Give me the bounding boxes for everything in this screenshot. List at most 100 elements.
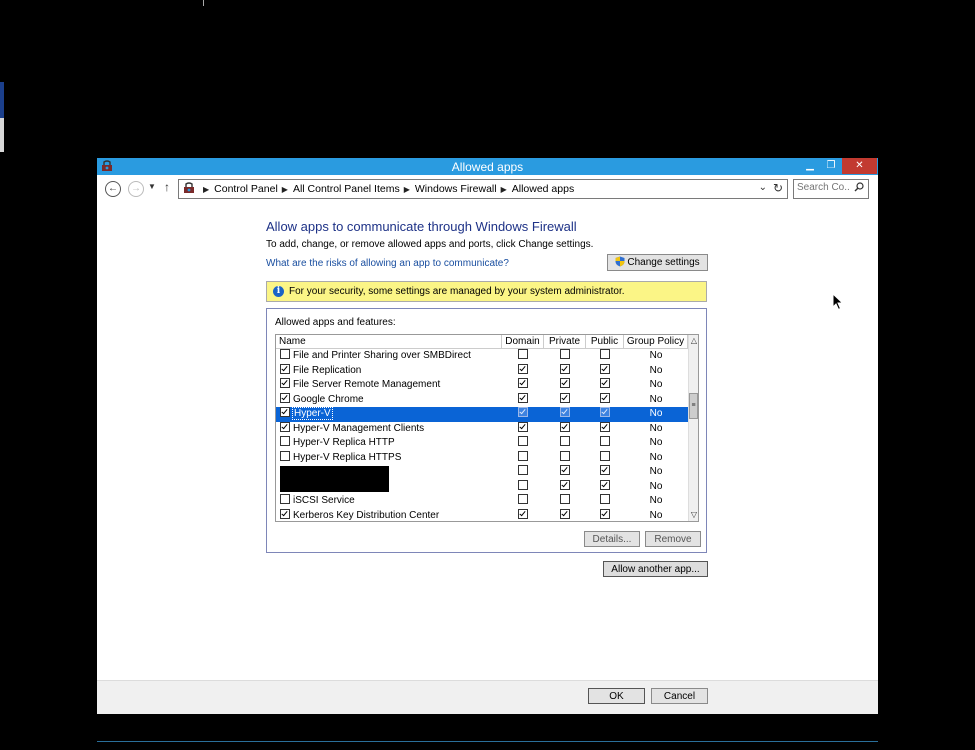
app-enabled-checkbox[interactable] [280, 421, 290, 432]
remove-button[interactable]: Remove [645, 531, 701, 547]
domain-profile-checkbox[interactable] [518, 421, 528, 432]
allowed-apps-list[interactable]: Name Domain Private Public Group Policy … [275, 334, 699, 522]
table-row[interactable]: File Replication No [276, 363, 688, 379]
public-profile-checkbox[interactable] [600, 494, 610, 504]
column-header-group-policy[interactable]: Group Policy [624, 335, 688, 348]
table-row[interactable]: Hyper-V No [276, 407, 688, 422]
app-enabled-checkbox[interactable] [280, 363, 290, 374]
app-name-label: File Server Remote Management [293, 379, 441, 390]
column-header-private[interactable]: Private [544, 335, 586, 348]
private-profile-checkbox[interactable] [560, 407, 570, 417]
domain-profile-checkbox[interactable] [518, 363, 528, 374]
public-profile-checkbox[interactable] [600, 508, 610, 519]
private-profile-checkbox[interactable] [560, 392, 570, 403]
app-enabled-checkbox[interactable] [280, 407, 290, 417]
app-enabled-checkbox[interactable] [280, 508, 290, 519]
domain-profile-checkbox[interactable] [518, 436, 528, 446]
breadcrumb-separator-icon[interactable]: ▶ [404, 185, 410, 194]
search-input[interactable] [797, 182, 849, 193]
app-enabled-checkbox[interactable] [280, 378, 290, 388]
app-enabled-checkbox[interactable] [280, 349, 290, 359]
app-enabled-checkbox[interactable] [280, 392, 290, 403]
public-profile-checkbox[interactable] [600, 436, 610, 446]
minimize-button[interactable]: ▁ [800, 158, 820, 174]
breadcrumb-control-panel[interactable]: Control Panel [214, 183, 278, 195]
private-profile-checkbox[interactable] [560, 508, 570, 519]
ok-button[interactable]: OK [588, 688, 645, 704]
private-profile-checkbox[interactable] [560, 363, 570, 374]
domain-profile-checkbox[interactable] [518, 508, 528, 519]
up-arrow-icon[interactable]: ↑ [164, 180, 170, 194]
column-header-public[interactable]: Public [586, 335, 624, 348]
search-field[interactable] [793, 179, 869, 199]
column-header-name[interactable]: Name [276, 335, 502, 348]
breadcrumb-separator-icon[interactable]: ▶ [282, 185, 288, 194]
domain-profile-checkbox[interactable] [518, 479, 528, 490]
table-row[interactable]: Kerberos Key Distribution Center No [276, 508, 688, 522]
public-cell [586, 407, 624, 421]
recent-locations-dropdown-icon[interactable]: ▼ [148, 182, 156, 191]
list-scrollbar[interactable]: △ ≡ ▽ [688, 335, 698, 521]
domain-cell [502, 450, 544, 465]
public-profile-checkbox[interactable] [600, 378, 610, 388]
public-profile-checkbox[interactable] [600, 465, 610, 475]
refresh-icon[interactable]: ↻ [773, 181, 783, 195]
scroll-thumb[interactable]: ≡ [689, 393, 698, 419]
details-button[interactable]: Details... [584, 531, 640, 547]
public-profile-checkbox[interactable] [600, 421, 610, 432]
app-enabled-checkbox[interactable] [280, 450, 290, 461]
breadcrumb-allowed-apps[interactable]: Allowed apps [512, 183, 574, 195]
table-row[interactable]: Hyper-V Replica HTTPS No [276, 450, 688, 466]
domain-profile-checkbox[interactable] [518, 407, 528, 417]
back-arrow-icon[interactable]: ← [105, 181, 121, 197]
private-profile-checkbox[interactable] [560, 479, 570, 490]
column-header-domain[interactable]: Domain [502, 335, 544, 348]
background-artifact [203, 0, 204, 6]
private-cell [544, 421, 586, 436]
scroll-down-icon[interactable]: ▽ [689, 509, 698, 521]
allow-another-app-button[interactable]: Allow another app... [603, 561, 708, 577]
public-cell [586, 436, 624, 450]
domain-profile-checkbox[interactable] [518, 494, 528, 504]
private-profile-checkbox[interactable] [560, 378, 570, 388]
private-profile-checkbox[interactable] [560, 465, 570, 475]
domain-profile-checkbox[interactable] [518, 450, 528, 461]
app-enabled-checkbox[interactable] [280, 494, 290, 504]
app-enabled-checkbox[interactable] [280, 436, 290, 446]
breadcrumb-separator-icon[interactable]: ▶ [501, 185, 507, 194]
close-button[interactable]: ✕ [842, 158, 877, 174]
public-profile-checkbox[interactable] [600, 407, 610, 417]
address-field[interactable]: ▶ Control Panel ▶ All Control Panel Items ▶ W… [178, 179, 788, 199]
private-profile-checkbox[interactable] [560, 349, 570, 359]
domain-profile-checkbox[interactable] [518, 378, 528, 388]
public-profile-checkbox[interactable] [600, 479, 610, 490]
table-row[interactable]: File and Printer Sharing over SMBDirect N… [276, 349, 688, 364]
public-profile-checkbox[interactable] [600, 392, 610, 403]
cancel-button[interactable]: Cancel [651, 688, 708, 704]
private-profile-checkbox[interactable] [560, 494, 570, 504]
search-icon[interactable] [854, 182, 864, 192]
domain-profile-checkbox[interactable] [518, 349, 528, 359]
table-row[interactable]: Google Chrome No [276, 392, 688, 408]
public-profile-checkbox[interactable] [600, 450, 610, 461]
private-profile-checkbox[interactable] [560, 421, 570, 432]
address-dropdown-icon[interactable]: ⌄ [759, 182, 767, 193]
public-profile-checkbox[interactable] [600, 363, 610, 374]
forward-arrow-icon[interactable]: → [128, 181, 144, 197]
title-bar[interactable]: Allowed apps ▁ ❐ ✕ [97, 158, 878, 175]
maximize-button[interactable]: ❐ [821, 158, 841, 174]
table-row[interactable]: File Server Remote Management No [276, 378, 688, 393]
domain-profile-checkbox[interactable] [518, 392, 528, 403]
change-settings-button[interactable]: Change settings [607, 254, 708, 271]
table-row[interactable]: iSCSI Service No [276, 494, 688, 509]
private-profile-checkbox[interactable] [560, 436, 570, 446]
table-row[interactable]: Hyper-V Management Clients No [276, 421, 688, 437]
domain-profile-checkbox[interactable] [518, 465, 528, 475]
breadcrumb-all-items[interactable]: All Control Panel Items [293, 183, 400, 195]
public-profile-checkbox[interactable] [600, 349, 610, 359]
breadcrumb-windows-firewall[interactable]: Windows Firewall [415, 183, 497, 195]
private-profile-checkbox[interactable] [560, 450, 570, 461]
risks-help-link[interactable]: What are the risks of allowing an app to… [266, 258, 509, 269]
scroll-up-icon[interactable]: △ [689, 335, 698, 347]
table-row[interactable]: Hyper-V Replica HTTP No [276, 436, 688, 451]
